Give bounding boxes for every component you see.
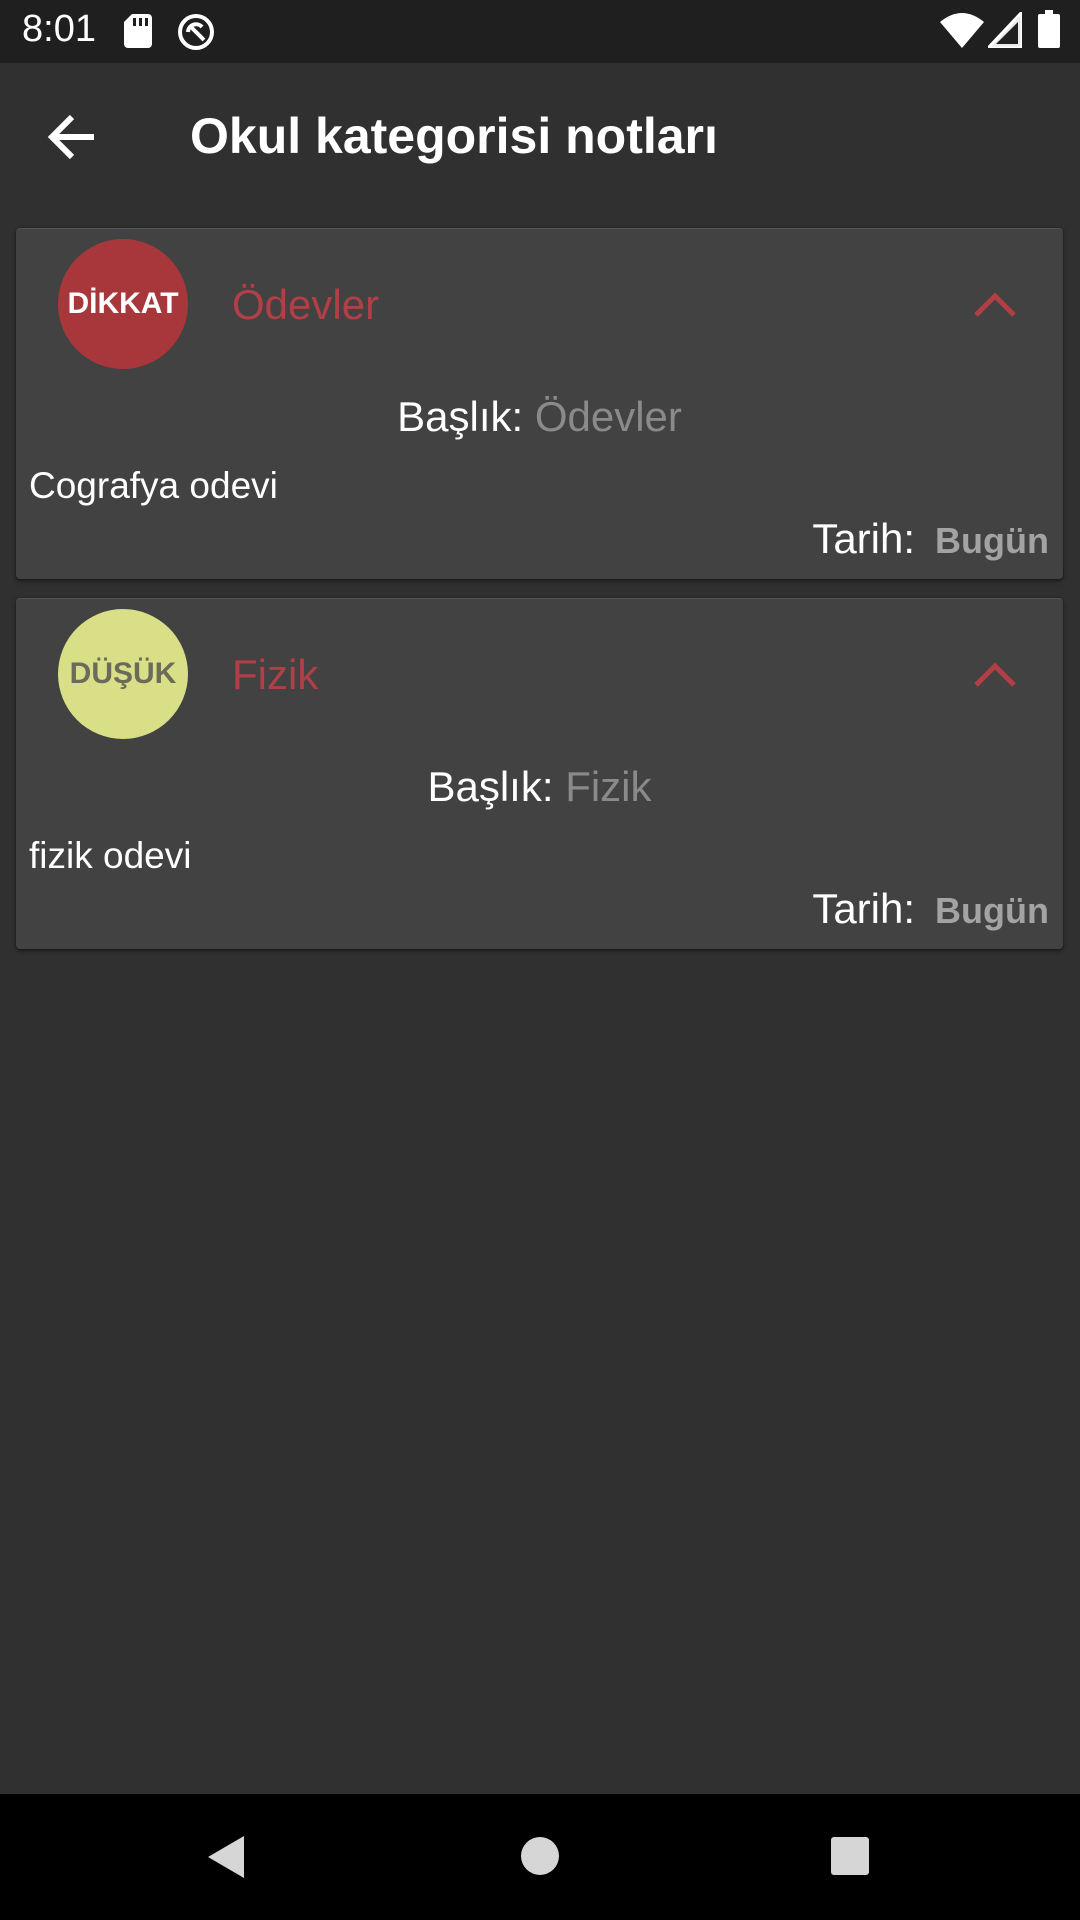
app-bar: Okul kategorisi notları bbox=[0, 63, 1080, 211]
chevron-up-icon[interactable] bbox=[970, 289, 1020, 319]
note-card[interactable]: DİKKAT Ödevler Başlık: Ödevler Cografya … bbox=[16, 228, 1063, 579]
baslik-value: Ödevler bbox=[534, 393, 682, 440]
status-time: 8:01 bbox=[22, 8, 96, 50]
priority-label: DÜŞÜK bbox=[69, 657, 177, 690]
tarih-value: Bugün bbox=[935, 890, 1049, 931]
navigation-bar bbox=[0, 1794, 1080, 1920]
cell-signal-icon bbox=[988, 12, 1022, 48]
nav-recents-icon[interactable] bbox=[830, 1836, 870, 1876]
tarih-row: Tarih: Bugün bbox=[812, 515, 1049, 563]
priority-badge: DÜŞÜK bbox=[58, 609, 188, 739]
sync-icon bbox=[178, 14, 214, 50]
priority-label: DİKKAT bbox=[67, 287, 179, 320]
tarih-label: Tarih: bbox=[812, 515, 916, 562]
wifi-icon bbox=[940, 13, 984, 48]
status-bar: 8:01 bbox=[0, 0, 1080, 63]
nav-back-icon[interactable] bbox=[204, 1834, 248, 1880]
note-card[interactable]: DÜŞÜK Fizik Başlık: Fizik fizik odevi Ta… bbox=[16, 598, 1063, 949]
arrow-back-icon[interactable] bbox=[38, 107, 108, 167]
screen: 8:01 Okul kategorisi notları DİKKAT Ödev… bbox=[0, 0, 1080, 1920]
battery-icon bbox=[1038, 10, 1060, 48]
baslik-row: Başlık: Ödevler bbox=[16, 393, 1063, 441]
tarih-value: Bugün bbox=[935, 520, 1049, 561]
priority-badge: DİKKAT bbox=[58, 239, 188, 369]
note-category-title: Ödevler bbox=[232, 281, 380, 328]
sd-card-icon bbox=[124, 14, 152, 48]
chevron-up-icon[interactable] bbox=[970, 659, 1020, 689]
note-category-title: Fizik bbox=[232, 651, 319, 698]
nav-home-icon[interactable] bbox=[520, 1836, 560, 1876]
baslik-label: Başlık: bbox=[397, 393, 524, 440]
baslik-label: Başlık: bbox=[427, 763, 554, 810]
tarih-label: Tarih: bbox=[812, 885, 916, 932]
note-text: Cografya odevi bbox=[29, 465, 278, 506]
baslik-row: Başlık: Fizik bbox=[16, 763, 1063, 811]
baslik-value: Fizik bbox=[565, 763, 652, 810]
page-title: Okul kategorisi notları bbox=[190, 108, 718, 164]
tarih-row: Tarih: Bugün bbox=[812, 885, 1049, 933]
note-text: fizik odevi bbox=[29, 835, 192, 876]
